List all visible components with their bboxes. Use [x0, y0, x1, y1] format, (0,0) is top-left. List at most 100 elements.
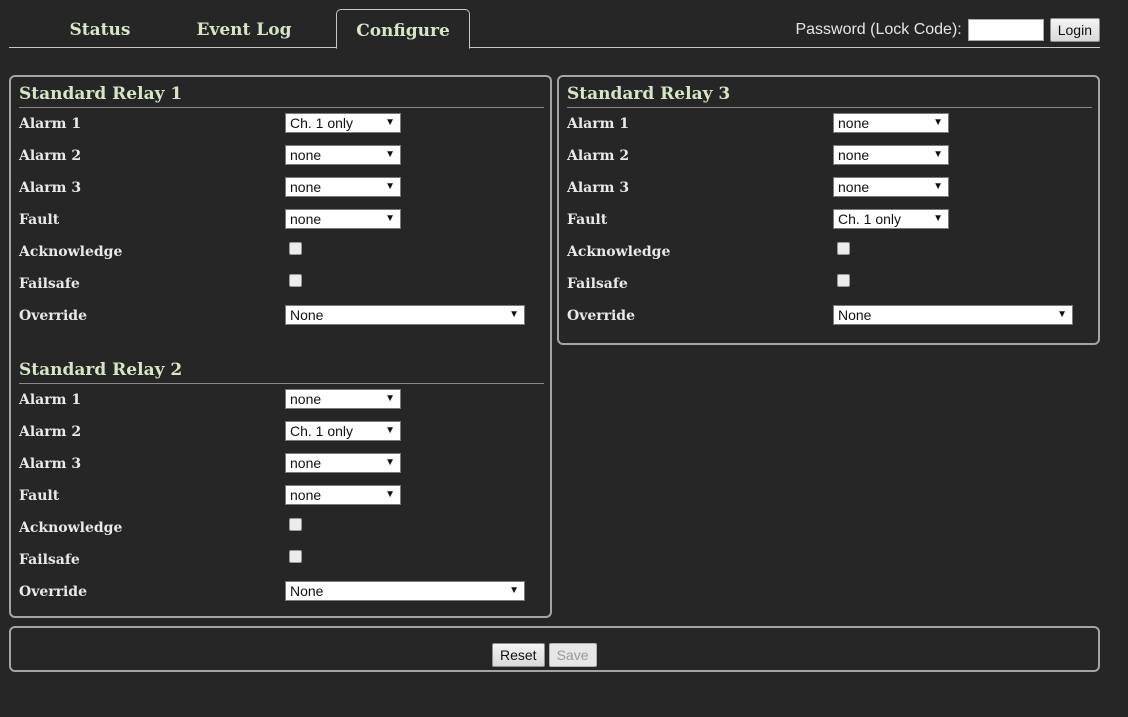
alarm1-select[interactable]: none ▼ [285, 389, 401, 409]
save-button[interactable]: Save [548, 643, 597, 667]
alarm2-value: none [838, 147, 870, 163]
alarm1-value: none [838, 115, 870, 131]
alarm3-select[interactable]: none ▼ [285, 453, 401, 473]
fault-select[interactable]: none ▼ [285, 485, 401, 505]
chevron-down-icon: ▼ [385, 457, 395, 468]
relay-section-2: Standard Relay 2 Alarm 1 none ▼ Alarm 2 C… [19, 359, 544, 608]
override-value: None [290, 583, 324, 599]
override-row: Override None ▼ [19, 300, 544, 332]
override-value: None [290, 307, 324, 323]
alarm3-value: none [838, 179, 870, 195]
chevron-down-icon: ▼ [933, 149, 943, 160]
alarm2-select[interactable]: Ch. 1 only ▼ [285, 421, 401, 441]
chevron-down-icon: ▼ [385, 489, 395, 500]
acknowledge-checkbox[interactable] [837, 242, 850, 255]
fault-select[interactable]: none ▼ [285, 209, 401, 229]
relay-section-1: Standard Relay 1 Alarm 1 Ch. 1 only ▼ Ala… [19, 83, 544, 332]
fault-label: Fault [567, 212, 608, 228]
chevron-down-icon: ▼ [933, 181, 943, 192]
login-area: Password (Lock Code): Login [795, 18, 1100, 42]
acknowledge-checkbox[interactable] [289, 242, 302, 255]
alarm3-row: Alarm 3 none ▼ [19, 172, 544, 204]
alarm1-select[interactable]: Ch. 1 only ▼ [285, 113, 401, 133]
alarm3-row: Alarm 3 none ▼ [19, 448, 544, 480]
alarm1-row: Alarm 1 Ch. 1 only ▼ [19, 108, 544, 140]
chevron-down-icon: ▼ [1057, 309, 1067, 320]
override-select[interactable]: None ▼ [285, 305, 525, 325]
fault-row: Fault Ch. 1 only ▼ [567, 204, 1092, 236]
acknowledge-checkbox[interactable] [289, 518, 302, 531]
chevron-down-icon: ▼ [385, 181, 395, 192]
alarm2-label: Alarm 2 [19, 424, 82, 440]
alarm3-select[interactable]: none ▼ [285, 177, 401, 197]
tab-status[interactable]: Status [64, 9, 136, 47]
chevron-down-icon: ▼ [385, 425, 395, 436]
fault-row: Fault none ▼ [19, 204, 544, 236]
alarm2-row: Alarm 2 none ▼ [19, 140, 544, 172]
alarm3-label: Alarm 3 [19, 456, 82, 472]
chevron-down-icon: ▼ [933, 213, 943, 224]
fault-label: Fault [19, 212, 60, 228]
fault-value: none [290, 487, 322, 503]
alarm2-select[interactable]: none ▼ [285, 145, 401, 165]
override-value: None [838, 307, 872, 323]
alarm1-value: Ch. 1 only [290, 115, 354, 131]
alarm3-select[interactable]: none ▼ [833, 177, 949, 197]
alarm1-label: Alarm 1 [19, 116, 82, 132]
fault-select[interactable]: Ch. 1 only ▼ [833, 209, 949, 229]
relay-panel-right: Standard Relay 3 Alarm 1 none ▼ Alarm 2 n… [557, 75, 1100, 345]
override-label: Override [19, 584, 88, 600]
failsafe-checkbox[interactable] [289, 550, 302, 563]
override-row: Override None ▼ [19, 576, 544, 608]
tabs-divider [9, 47, 1100, 48]
chevron-down-icon: ▼ [509, 309, 519, 320]
tab-event-log[interactable]: Event Log [194, 9, 294, 47]
acknowledge-label: Acknowledge [19, 520, 123, 536]
alarm2-value: none [290, 147, 322, 163]
alarm3-row: Alarm 3 none ▼ [567, 172, 1092, 204]
failsafe-row: Failsafe [19, 544, 544, 576]
acknowledge-row: Acknowledge [567, 236, 1092, 268]
header: Status Event Log Configure Password (Loc… [9, 0, 1100, 49]
alarm1-select[interactable]: none ▼ [833, 113, 949, 133]
chevron-down-icon: ▼ [385, 213, 395, 224]
alarm1-label: Alarm 1 [19, 392, 82, 408]
alarm2-label: Alarm 2 [567, 148, 630, 164]
failsafe-label: Failsafe [19, 276, 80, 292]
acknowledge-label: Acknowledge [567, 244, 671, 260]
failsafe-checkbox[interactable] [289, 274, 302, 287]
chevron-down-icon: ▼ [385, 117, 395, 128]
override-label: Override [567, 308, 636, 324]
override-row: Override None ▼ [567, 300, 1092, 332]
failsafe-row: Failsafe [19, 268, 544, 300]
alarm2-value: Ch. 1 only [290, 423, 354, 439]
alarm1-row: Alarm 1 none ▼ [567, 108, 1092, 140]
acknowledge-row: Acknowledge [19, 512, 544, 544]
footer-bar: Reset Save [9, 626, 1100, 672]
fault-row: Fault none ▼ [19, 480, 544, 512]
alarm1-row: Alarm 1 none ▼ [19, 384, 544, 416]
fault-label: Fault [19, 488, 60, 504]
failsafe-checkbox[interactable] [837, 274, 850, 287]
reset-button[interactable]: Reset [492, 643, 545, 667]
alarm2-select[interactable]: none ▼ [833, 145, 949, 165]
failsafe-label: Failsafe [19, 552, 80, 568]
alarm3-label: Alarm 3 [567, 180, 630, 196]
alarm2-label: Alarm 2 [19, 148, 82, 164]
override-select[interactable]: None ▼ [285, 581, 525, 601]
alarm2-row: Alarm 2 Ch. 1 only ▼ [19, 416, 544, 448]
chevron-down-icon: ▼ [385, 393, 395, 404]
chevron-down-icon: ▼ [509, 585, 519, 596]
failsafe-label: Failsafe [567, 276, 628, 292]
tab-configure[interactable]: Configure [336, 9, 470, 49]
chevron-down-icon: ▼ [385, 149, 395, 160]
section-title: Standard Relay 2 [19, 359, 544, 384]
alarm1-value: none [290, 391, 322, 407]
override-select[interactable]: None ▼ [833, 305, 1073, 325]
alarm3-value: none [290, 179, 322, 195]
login-button[interactable]: Login [1049, 18, 1100, 42]
failsafe-row: Failsafe [567, 268, 1092, 300]
password-input[interactable] [967, 19, 1044, 41]
acknowledge-label: Acknowledge [19, 244, 123, 260]
alarm1-label: Alarm 1 [567, 116, 630, 132]
